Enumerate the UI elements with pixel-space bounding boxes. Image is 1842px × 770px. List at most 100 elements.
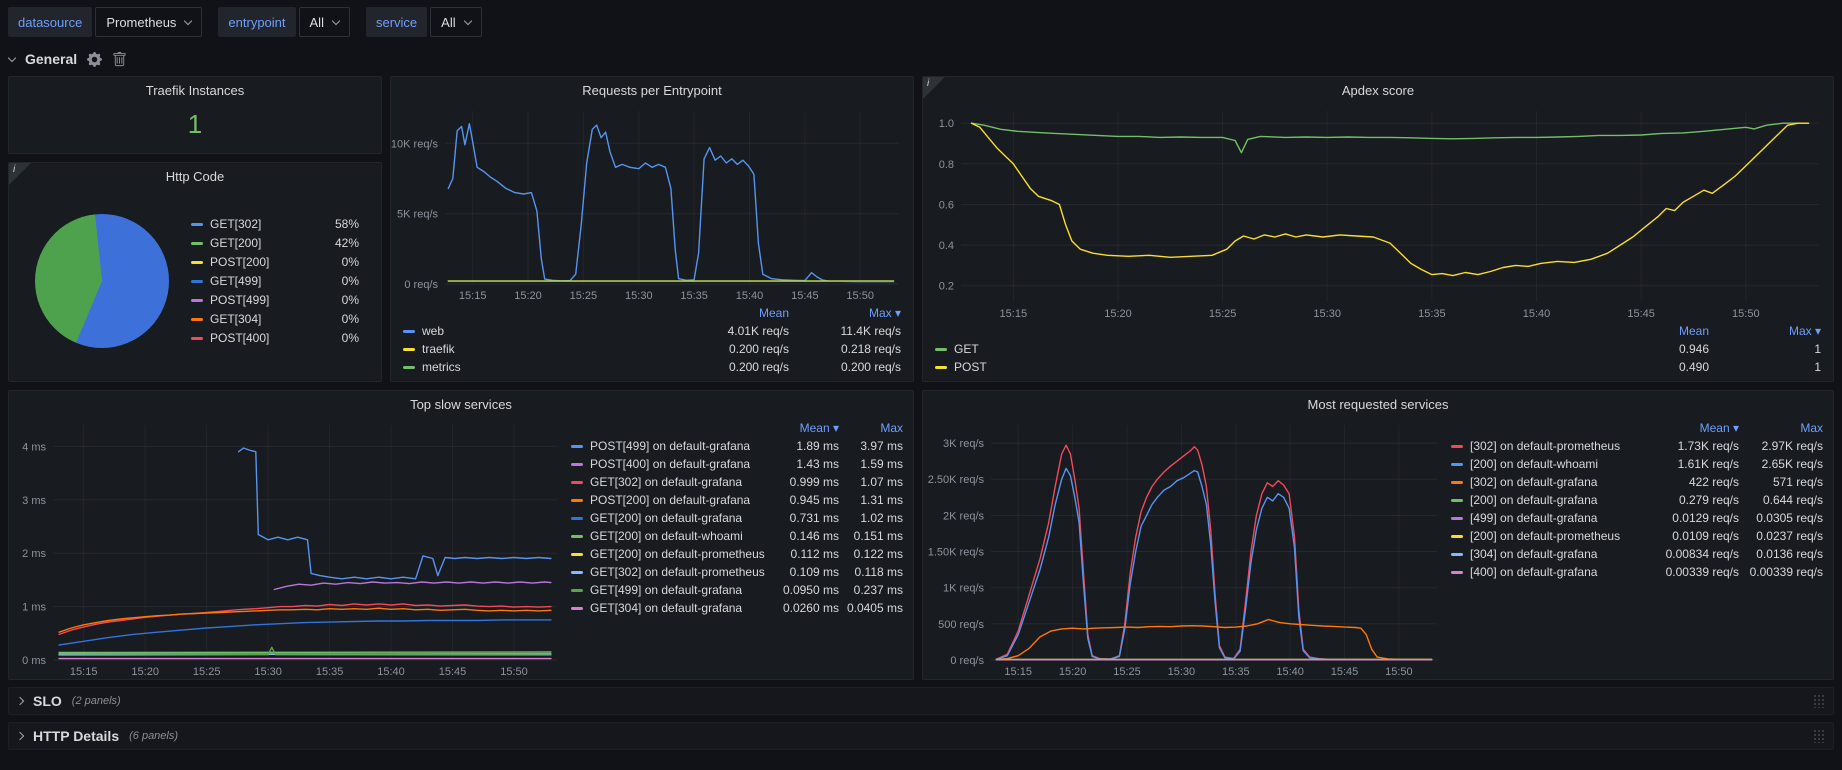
legend-item[interactable]: GET[499] on default-grafana0.0950 ms0.23… (571, 581, 903, 599)
legend-header: Mean ▾Max (1451, 419, 1823, 437)
svg-text:0.8: 0.8 (939, 159, 954, 171)
series-color-marker (1451, 553, 1463, 556)
legend-item[interactable]: GET[304]0% (191, 310, 359, 329)
svg-text:0.6: 0.6 (939, 200, 954, 212)
legend-sort-max[interactable]: Max (1739, 421, 1823, 435)
legend-item[interactable]: POST[200] on default-grafana0.945 ms1.31… (571, 491, 903, 509)
series-color-marker (571, 571, 583, 574)
panel-title[interactable]: Most requested services (923, 391, 1833, 417)
svg-text:1.0: 1.0 (939, 118, 954, 130)
service-picker[interactable]: All (430, 7, 481, 37)
legend-item[interactable]: POST[400] on default-grafana1.43 ms1.59 … (571, 455, 903, 473)
series-color-marker (403, 366, 415, 369)
info-icon[interactable]: i (923, 77, 945, 99)
legend-item[interactable]: GET[302]58% (191, 215, 359, 234)
legend-item[interactable]: [302] on default-grafana422 req/s571 req… (1451, 473, 1823, 491)
datasource-picker[interactable]: Prometheus (95, 7, 202, 37)
legend-item[interactable]: POST[400]0% (191, 329, 359, 348)
legend-item[interactable]: GET[200] on default-whoami0.146 ms0.151 … (571, 527, 903, 545)
series-color-marker (571, 607, 583, 610)
svg-text:15:20: 15:20 (131, 666, 159, 678)
http-code-pie-chart[interactable] (35, 214, 169, 348)
panel-title[interactable]: Requests per Entrypoint (391, 77, 913, 103)
panel-most-requested-services: Most requested services 3K req/s2.50K re… (922, 390, 1834, 680)
legend-sort-max[interactable]: Max ▾ (1709, 324, 1821, 338)
series-color-marker (1451, 481, 1463, 484)
svg-text:15:50: 15:50 (1732, 308, 1760, 320)
legend-item[interactable]: GET[200] on default-grafana0.731 ms1.02 … (571, 509, 903, 527)
row-general[interactable]: General (0, 44, 1842, 74)
info-icon[interactable]: i (9, 163, 31, 185)
legend-header: MeanMax ▾ (935, 322, 1821, 340)
legend-item[interactable]: POST0.4901 (935, 358, 1821, 376)
gear-icon[interactable] (87, 52, 102, 67)
svg-text:15:35: 15:35 (316, 666, 344, 678)
legend-item[interactable]: GET[302] on default-grafana0.999 ms1.07 … (571, 473, 903, 491)
legend-item[interactable]: [400] on default-grafana0.00339 req/s0.0… (1451, 563, 1823, 581)
legend-item[interactable]: [302] on default-prometheus1.73K req/s2.… (1451, 437, 1823, 455)
legend-item[interactable]: GET[304] on default-grafana0.0260 ms0.04… (571, 599, 903, 617)
requests-chart[interactable]: 0 req/s5K req/s10K req/s15:1515:2015:251… (391, 103, 913, 303)
legend-item[interactable]: GET[200] on default-prometheus0.112 ms0.… (571, 545, 903, 563)
svg-text:15:30: 15:30 (1313, 308, 1341, 320)
series-color-marker (1451, 517, 1463, 520)
panel-title[interactable]: Traefik Instances (9, 77, 381, 103)
series-color-marker (191, 242, 203, 245)
legend-item[interactable]: traefik0.200 req/s0.218 req/s (403, 340, 901, 358)
panel-title[interactable]: Apdex score (923, 77, 1833, 103)
top-slow-chart[interactable]: 4 ms3 ms2 ms1 ms0 ms15:1515:2015:2515:30… (9, 417, 571, 679)
row-title: General (25, 51, 77, 67)
svg-text:15:40: 15:40 (377, 666, 405, 678)
svg-text:15:30: 15:30 (254, 666, 282, 678)
legend-item[interactable]: web4.01K req/s11.4K req/s (403, 322, 901, 340)
series-color-marker (191, 280, 203, 283)
legend-item[interactable]: GET0.9461 (935, 340, 1821, 358)
legend-sort-mean[interactable]: Mean (677, 306, 789, 320)
chevron-down-icon (8, 53, 16, 61)
legend-item[interactable]: POST[499] on default-grafana1.89 ms3.97 … (571, 437, 903, 455)
panel-title[interactable]: Http Code (9, 163, 381, 189)
panel-title[interactable]: Top slow services (9, 391, 913, 417)
apdex-chart[interactable]: 1.00.80.60.40.215:1515:2015:2515:3015:35… (923, 103, 1833, 321)
row-http-details[interactable]: HTTP Details (6 panels) (8, 722, 1834, 750)
legend-sort-max[interactable]: Max (839, 421, 903, 435)
legend-item[interactable]: [200] on default-grafana0.279 req/s0.644… (1451, 491, 1823, 509)
svg-text:15:25: 15:25 (570, 290, 598, 302)
svg-text:15:15: 15:15 (1000, 308, 1028, 320)
legend-item[interactable]: POST[200]0% (191, 253, 359, 272)
row-drag-handle[interactable] (1813, 729, 1825, 743)
legend-sort-mean[interactable]: Mean (1597, 324, 1709, 338)
http-code-legend: GET[302]58%GET[200]42%POST[200]0%GET[499… (191, 215, 359, 348)
most-requested-chart[interactable]: 3K req/s2.50K req/s2K req/s1.50K req/s1K… (923, 417, 1451, 679)
row-slo[interactable]: SLO (2 panels) (8, 687, 1834, 715)
chevron-right-icon (16, 732, 24, 740)
series-color-marker (191, 299, 203, 302)
series-color-marker (935, 366, 947, 369)
series-color-marker (935, 348, 947, 351)
legend-item[interactable]: GET[499]0% (191, 272, 359, 291)
legend-sort-mean[interactable]: Mean ▾ (775, 421, 839, 435)
series-color-marker (191, 337, 203, 340)
legend-item[interactable]: [304] on default-grafana0.00834 req/s0.0… (1451, 545, 1823, 563)
svg-text:15:25: 15:25 (1113, 666, 1141, 678)
legend-item[interactable]: GET[302] on default-prometheus0.109 ms0.… (571, 563, 903, 581)
svg-text:15:20: 15:20 (1059, 666, 1087, 678)
legend-item[interactable]: GET[200]42% (191, 234, 359, 253)
variable-service: service All (366, 7, 482, 37)
series-color-marker (571, 589, 583, 592)
legend-item[interactable]: [499] on default-grafana0.0129 req/s0.03… (1451, 509, 1823, 527)
row-panel-count: (2 panels) (72, 695, 121, 707)
entrypoint-picker[interactable]: All (299, 7, 350, 37)
row-drag-handle[interactable] (1813, 694, 1825, 708)
svg-text:0 ms: 0 ms (22, 655, 46, 667)
legend-item[interactable]: [200] on default-prometheus0.0109 req/s0… (1451, 527, 1823, 545)
legend-item[interactable]: metrics0.200 req/s0.200 req/s (403, 358, 901, 376)
legend-item[interactable]: [200] on default-whoami1.61K req/s2.65K … (1451, 455, 1823, 473)
svg-text:15:40: 15:40 (1276, 666, 1304, 678)
svg-text:10K req/s: 10K req/s (391, 138, 438, 150)
legend-sort-max[interactable]: Max ▾ (789, 306, 901, 320)
svg-text:500 req/s: 500 req/s (938, 619, 984, 631)
legend-sort-mean[interactable]: Mean ▾ (1655, 421, 1739, 435)
trash-icon[interactable] (112, 52, 127, 67)
legend-item[interactable]: POST[499]0% (191, 291, 359, 310)
